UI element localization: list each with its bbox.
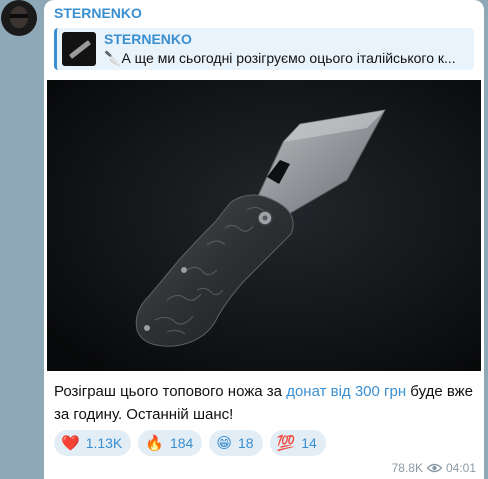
handle-screw-1 — [181, 267, 187, 273]
avatar-glasses — [10, 14, 28, 18]
handle-screw-2 — [144, 325, 150, 331]
eye-icon — [426, 463, 442, 473]
message-meta: 78.8K 04:01 — [392, 461, 476, 475]
reply-preview-text: 🔪А ще ми сьогодні розігруємо оцього італ… — [104, 50, 469, 67]
reactions-bar: ❤️ 1.13K 🔥 184 😁 18 💯 14 — [54, 430, 326, 456]
hundred-points-icon: 💯 — [276, 434, 296, 452]
reply-quote[interactable]: STERNENKO 🔪А ще ми сьогодні розігруємо о… — [54, 28, 474, 70]
post-text-start: Розіграш цього топового ножа за — [54, 383, 287, 400]
reaction-heart[interactable]: ❤️ 1.13K — [54, 430, 132, 456]
message-time: 04:01 — [445, 461, 476, 475]
reply-thumbnail — [62, 32, 96, 66]
reaction-grin[interactable]: 😁 18 — [209, 430, 263, 456]
donate-link[interactable]: донат від 300 грн — [286, 383, 406, 400]
sender-name[interactable]: STERNENKO — [54, 5, 142, 21]
message-bubble: STERNENKO STERNENKO 🔪А ще ми сьогодні ро… — [44, 0, 484, 479]
reaction-fire[interactable]: 🔥 184 — [138, 430, 203, 456]
grinning-face-icon: 😁 — [216, 434, 232, 452]
knife-image — [47, 80, 481, 371]
reaction-count: 184 — [169, 435, 194, 451]
pivot-center — [262, 215, 268, 221]
reaction-count: 18 — [237, 435, 254, 451]
channel-avatar[interactable] — [1, 0, 37, 36]
knife-icon: 🔪 — [104, 50, 122, 66]
reaction-count: 1.13K — [85, 435, 123, 451]
heart-icon: ❤️ — [61, 434, 80, 452]
post-photo[interactable] — [47, 80, 481, 371]
reaction-hundred[interactable]: 💯 14 — [269, 430, 326, 456]
reaction-count: 14 — [301, 435, 317, 451]
reply-preview-body: А ще ми сьогодні розігруємо оцього італі… — [121, 50, 456, 66]
reply-sender-name: STERNENKO — [104, 31, 192, 47]
fire-icon: 🔥 — [145, 434, 164, 452]
post-text: Розіграш цього топового ножа за донат ві… — [54, 380, 474, 426]
knife-thumbnail-icon — [69, 40, 91, 59]
views-count: 78.8K — [391, 461, 423, 475]
